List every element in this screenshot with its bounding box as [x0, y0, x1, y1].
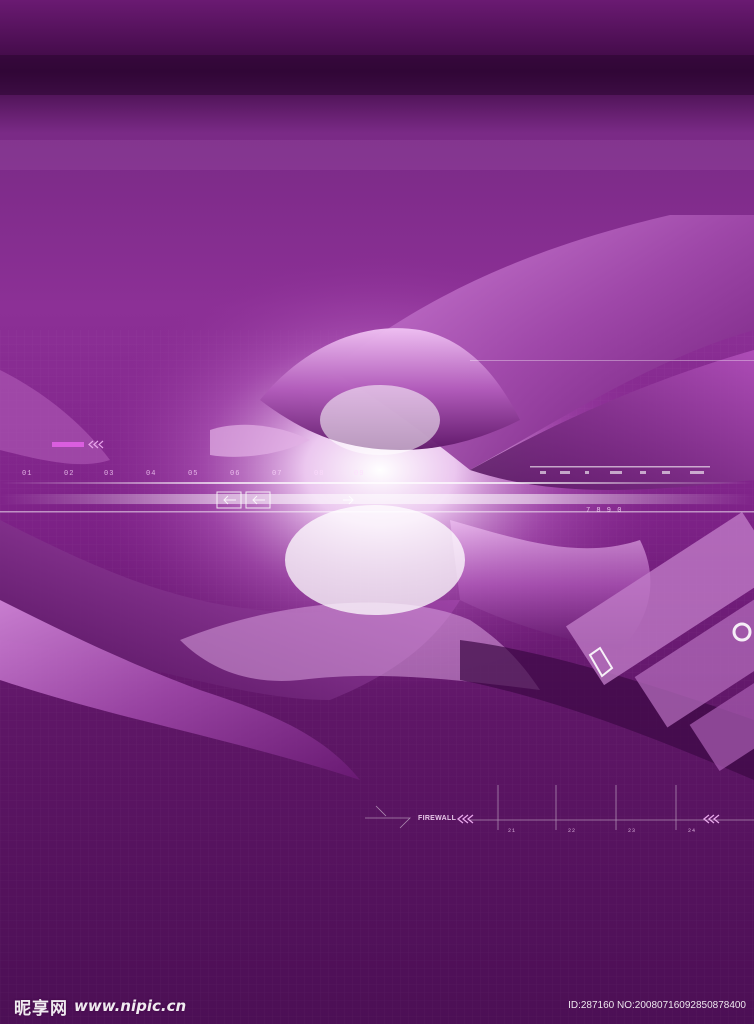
hud-tick-number: 03	[104, 470, 115, 478]
hud-tick-number: 05	[188, 470, 199, 478]
hud-tick-number: 09	[354, 470, 365, 478]
abstract-purple-artwork: 01 02 03 04 05 06 07 08 09 7 8 9 0 FIREW…	[0, 0, 754, 1024]
hud-tick-number: 08	[314, 470, 325, 478]
watermark-logo: 昵享网 www.nipic.cn	[14, 994, 187, 1019]
hud-tick-number: 01	[22, 470, 33, 478]
watermark-url: www.nipic.cn	[74, 997, 187, 1015]
hud-tick-number: 06	[230, 470, 241, 478]
hud-tick-number: 07	[272, 470, 283, 478]
hud-tick-number: 02	[64, 470, 75, 478]
hud-scale-number: 23	[628, 828, 637, 834]
firewall-label: FIREWALL	[418, 815, 457, 822]
hud-code-digits: 7 8 9 0	[586, 507, 623, 515]
hud-scale-number: 22	[568, 828, 577, 834]
watermark-id: ID:287160 NO:20080716092850878400	[568, 1000, 746, 1011]
hud-scale-number: 21	[508, 828, 517, 834]
watermark-brand: 昵享网	[14, 998, 68, 1019]
hud-scale-number: 24	[688, 828, 697, 834]
background-artwork	[0, 0, 754, 1024]
hud-tick-number: 04	[146, 470, 157, 478]
